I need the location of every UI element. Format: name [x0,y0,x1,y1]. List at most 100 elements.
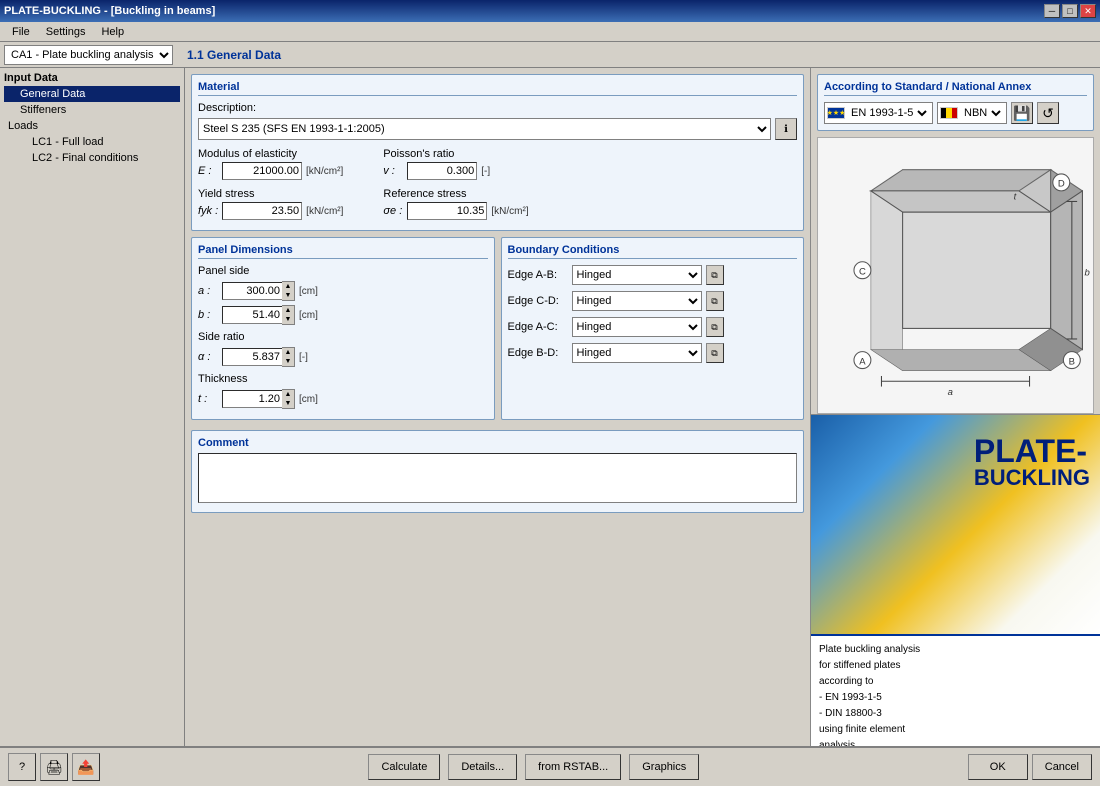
alpha-row: α : ▲ ▼ [-] [198,347,488,367]
calculate-button[interactable]: Calculate [368,754,440,780]
status-left-buttons: ? 🖨 📤 [8,753,100,781]
sidebar-item-general-data[interactable]: General Data [4,86,180,102]
svg-text:D: D [1058,179,1065,190]
sidebar-item-loads[interactable]: Loads [4,118,180,134]
svg-text:A: A [859,356,866,367]
a-input[interactable] [222,282,282,300]
bc-ab-copy-btn[interactable]: ⧉ [706,265,724,285]
a-spin[interactable]: ▲ ▼ [222,281,295,301]
cancel-button[interactable]: Cancel [1032,754,1092,780]
status-bar: ? 🖨 📤 Calculate Details... from RSTAB...… [0,746,1100,786]
yield-label: Yield stress [198,188,343,200]
alpha-spin-up[interactable]: ▲ [282,348,294,357]
a-spin-btns[interactable]: ▲ ▼ [282,281,295,301]
print-icon: 🖨 [45,759,63,776]
norm-select[interactable]: EN 1993-1-5 [847,104,930,122]
print-btn[interactable]: 🖨 [40,753,68,781]
b-spin-up[interactable]: ▲ [282,306,294,315]
svg-text:B: B [1069,356,1075,367]
sidebar-item-lc2[interactable]: LC2 - Final conditions [4,150,180,166]
standard-refresh-btn[interactable]: ↺ [1037,102,1059,124]
t-input[interactable] [222,390,282,408]
sidebar-group-label: Input Data [4,72,180,84]
main-layout: Input Data General Data Stiffeners Loads… [0,68,1100,746]
close-button[interactable]: ✕ [1080,4,1096,18]
a-label: a : [198,285,218,297]
b-spin-btns[interactable]: ▲ ▼ [282,305,295,325]
analysis-combo[interactable]: CA1 - Plate buckling analysis [4,45,173,65]
plate-diagram: D C A B b [817,137,1094,414]
b-input[interactable] [222,306,282,324]
alpha-spin-btns[interactable]: ▲ ▼ [282,347,295,367]
material-info-btn[interactable]: ℹ [775,118,797,140]
brand-plate: PLATE- [974,435,1090,467]
alpha-spin[interactable]: ▲ ▼ [222,347,295,367]
sidebar-item-lc1[interactable]: LC1 - Full load [4,134,180,150]
menu-settings[interactable]: Settings [38,24,94,40]
bc-bd-copy-btn[interactable]: ⧉ [706,343,724,363]
help-btn[interactable]: ? [8,753,36,781]
refstress-group: Reference stress σe : [kN/cm²] [383,188,528,224]
alpha-spin-down[interactable]: ▼ [282,357,294,366]
menu-help[interactable]: Help [93,24,132,40]
a-spin-up[interactable]: ▲ [282,282,294,291]
standard-save-btn[interactable]: 💾 [1011,102,1033,124]
thickness-label: Thickness [198,373,488,385]
maximize-button[interactable]: □ [1062,4,1078,18]
sigma-input[interactable] [407,202,487,220]
bc-bd-label: Edge B-D: [508,347,568,359]
t-spin-up[interactable]: ▲ [282,390,294,399]
b-label: b : [198,309,218,321]
bc-cd-copy-btn[interactable]: ⧉ [706,291,724,311]
details-button[interactable]: Details... [448,754,517,780]
t-spin[interactable]: ▲ ▼ [222,389,295,409]
t-spin-btns[interactable]: ▲ ▼ [282,389,295,409]
modulus-label: Modulus of elasticity [198,148,343,160]
bc-ab-label: Edge A-B: [508,269,568,281]
b-spin-down[interactable]: ▼ [282,315,294,324]
sidebar-item-stiffeners[interactable]: Stiffeners [4,102,180,118]
bc-bd-row: Edge B-D: Hinged ⧉ [508,343,798,363]
title-bar: PLATE-BUCKLING - [Buckling in beams] ─ □… [0,0,1100,22]
fyk-input[interactable] [222,202,302,220]
sigma-row: σe : [kN/cm²] [383,202,528,220]
material-panel: Material Description: Steel S 235 (SFS E… [191,74,804,231]
content-panels: Material Description: Steel S 235 (SFS E… [185,68,1100,746]
bc-ab-row: Edge A-B: Hinged ⧉ [508,265,798,285]
alpha-unit: [-] [299,352,308,363]
ok-button[interactable]: OK [968,754,1028,780]
menu-file[interactable]: File [4,24,38,40]
fyk-row: fyk : [kN/cm²] [198,202,343,220]
content-area: Material Description: Steel S 235 (SFS E… [185,68,1100,746]
desc-label: Description: [198,102,258,114]
export-btn[interactable]: 📤 [72,753,100,781]
bc-cd-combo[interactable]: Hinged [572,291,702,311]
a-row: a : ▲ ▼ [cm] [198,281,488,301]
t-spin-down[interactable]: ▼ [282,399,294,408]
boundary-header: Boundary Conditions [508,244,798,259]
material-combo[interactable]: Steel S 235 (SFS EN 1993-1-1:2005) [198,118,771,140]
bc-ac-combo[interactable]: Hinged [572,317,702,337]
bc-bd-combo[interactable]: Hinged [572,343,702,363]
e-unit: [kN/cm²] [306,166,343,177]
brand-text: PLATE- BUCKLING [974,435,1090,489]
side-ratio-label: Side ratio [198,331,488,343]
comment-textarea[interactable] [198,453,797,503]
v-input[interactable] [407,162,477,180]
bc-cd-row: Edge C-D: Hinged ⧉ [508,291,798,311]
b-spin[interactable]: ▲ ▼ [222,305,295,325]
from-rstab-button[interactable]: from RSTAB... [525,754,621,780]
alpha-input[interactable] [222,348,282,366]
graphics-button[interactable]: Graphics [629,754,699,780]
bc-ac-copy-btn[interactable]: ⧉ [706,317,724,337]
minimize-button[interactable]: ─ [1044,4,1060,18]
annex-select[interactable]: NBN [960,104,1004,122]
a-spin-down[interactable]: ▼ [282,291,294,300]
action-buttons: Calculate Details... from RSTAB... Graph… [368,754,699,780]
bc-ab-combo[interactable]: Hinged [572,265,702,285]
v-row: v : [-] [383,162,490,180]
sigma-unit: [kN/cm²] [491,206,528,217]
e-input[interactable] [222,162,302,180]
dimensions-panel: Panel Dimensions Panel side a : ▲ ▼ [191,237,495,420]
brand-buckling: BUCKLING [974,467,1090,489]
